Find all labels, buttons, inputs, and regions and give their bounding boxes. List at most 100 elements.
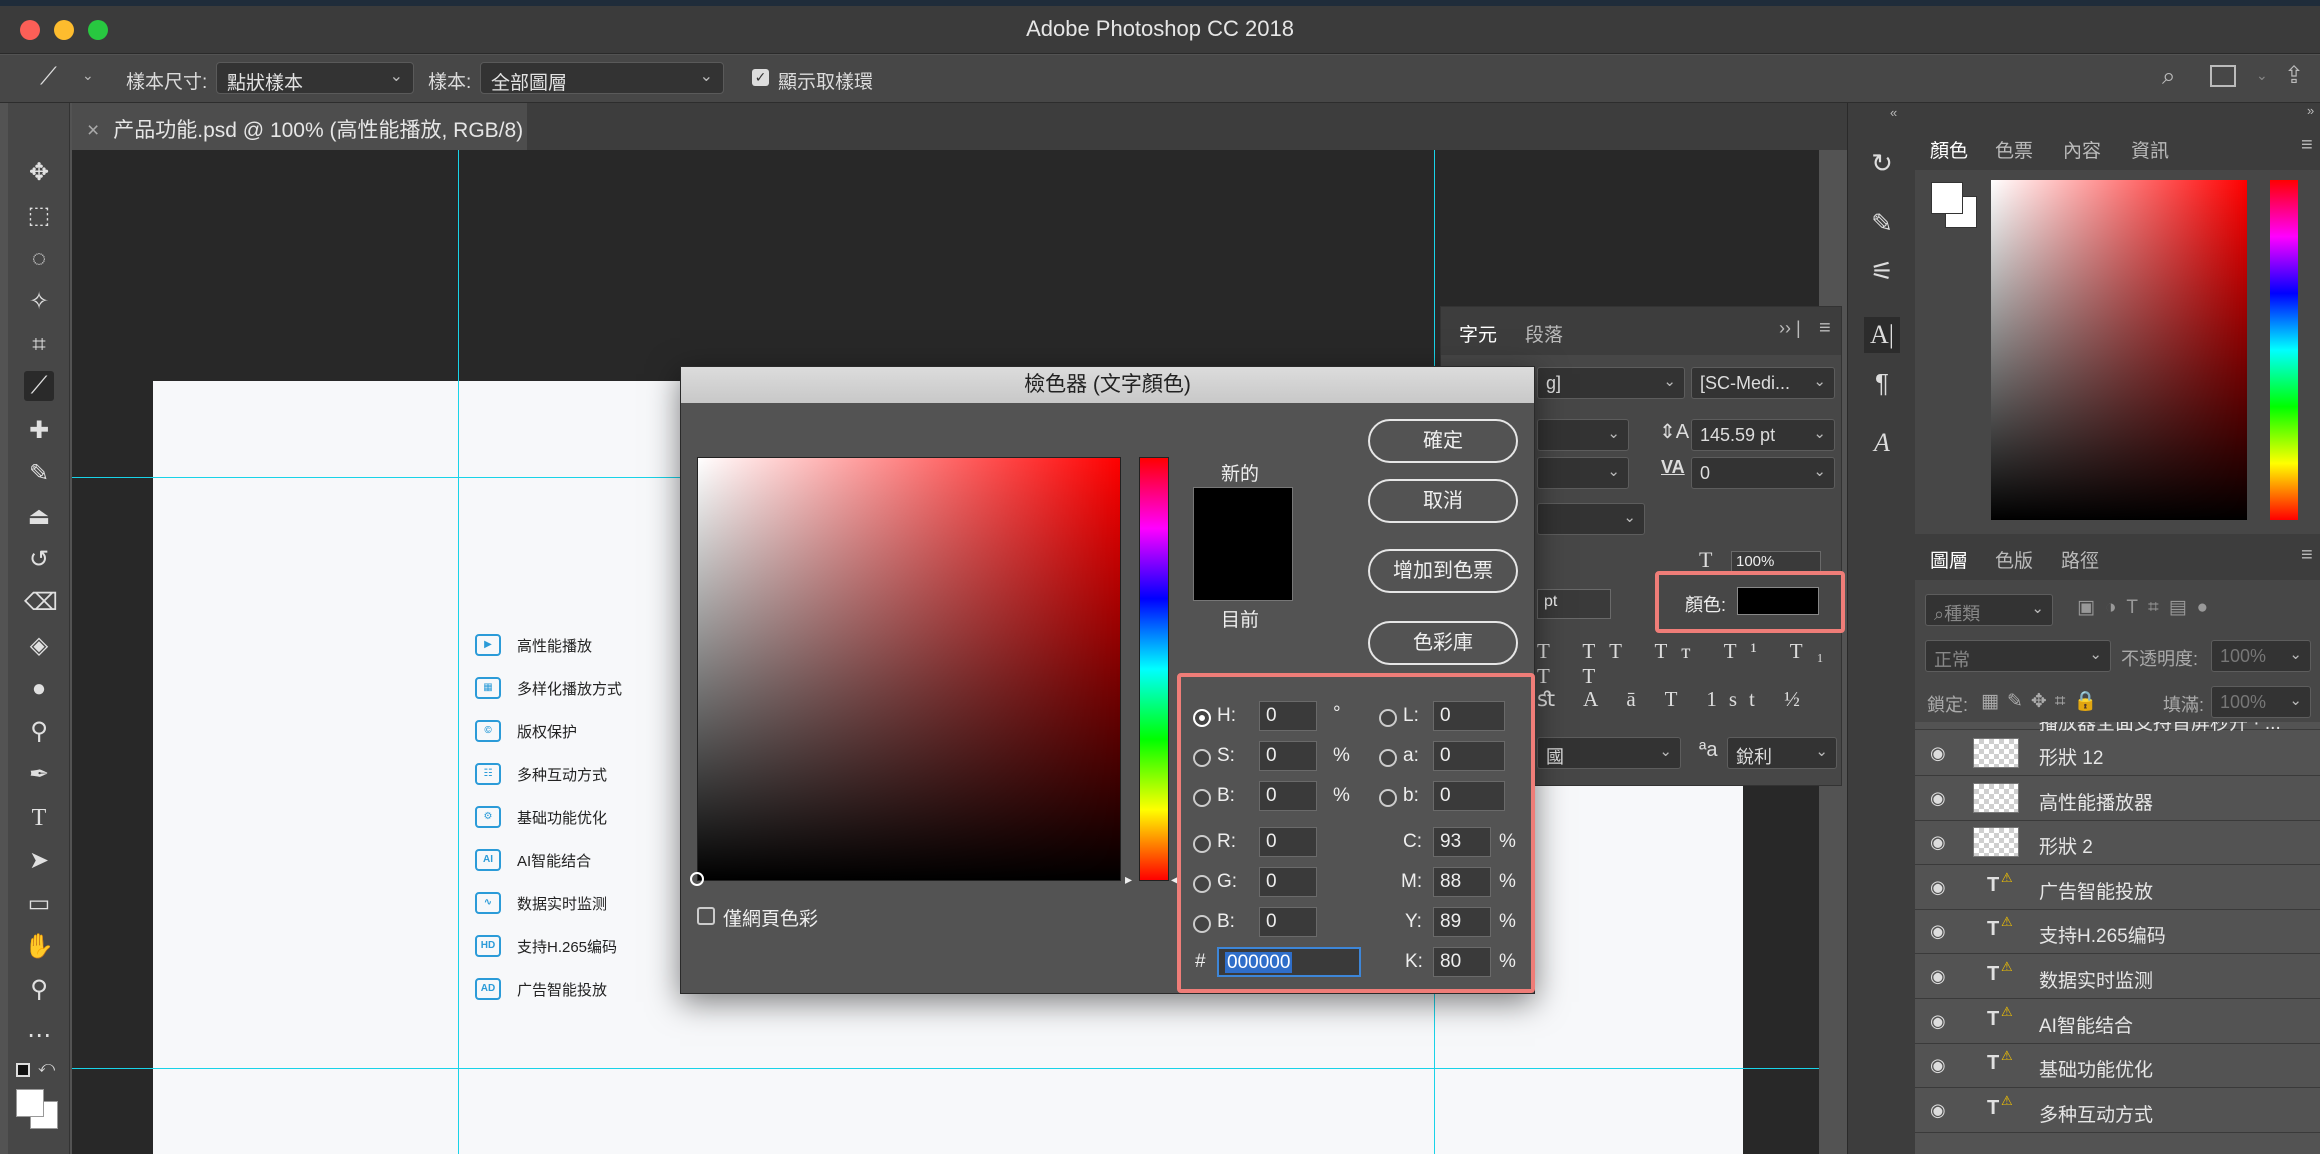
font-style-select[interactable]: [SC-Medi... ⌄	[1691, 367, 1835, 399]
type-style-buttons[interactable]: T TT Tт T¹ T₁ T T	[1537, 639, 1841, 689]
visibility-eye-icon[interactable]: ◉	[1930, 743, 1946, 764]
character-panel-icon[interactable]: A|	[1864, 317, 1900, 353]
cancel-button[interactable]: 取消	[1368, 479, 1518, 523]
color-field[interactable]	[697, 457, 1121, 881]
lasso-tool-icon[interactable]: ◌	[24, 244, 54, 274]
search-icon[interactable]: ⌕	[2162, 63, 2175, 91]
visibility-eye-icon[interactable]: ◉	[1930, 877, 1946, 898]
default-colors-icon[interactable]	[16, 1063, 30, 1077]
tab-paths[interactable]: 路徑	[2061, 546, 2099, 573]
eyedropper-preset-icon[interactable]: ⟋	[40, 63, 57, 91]
language-select[interactable]: 國 ⌄	[1537, 737, 1681, 769]
tab-layers[interactable]: 圖層	[1930, 546, 1968, 573]
visibility-eye-icon[interactable]: ◉	[1930, 788, 1946, 809]
sample-select[interactable]: 全部圖層 ⌄	[480, 62, 724, 94]
tab-info[interactable]: 資訊	[2131, 136, 2169, 163]
visibility-eye-icon[interactable]: ◉	[1930, 966, 1946, 987]
tab-properties[interactable]: 內容	[2063, 136, 2101, 163]
panel-foreground-swatch[interactable]	[1931, 182, 1963, 214]
adjustments-icon[interactable]: ⚟	[1864, 253, 1900, 289]
chevron-down-icon[interactable]: ⌄	[82, 67, 94, 84]
workspace-icon[interactable]	[2210, 65, 2236, 87]
lock-icons[interactable]: ▦✎✥⌗🔒	[1981, 689, 2105, 713]
zoom-tool-icon[interactable]: ⚲	[24, 975, 54, 1005]
layer-row-partial[interactable]: ⚠ 播放器全面支持首屏秒开 · ...	[1915, 722, 2320, 734]
web-colors-only-checkbox[interactable]	[697, 907, 715, 925]
hue-slider-left-arrow[interactable]: ▸	[1125, 871, 1132, 888]
layers-panel-menu-icon[interactable]: ≡	[2301, 544, 2313, 567]
foreground-color-swatch[interactable]	[16, 1089, 44, 1117]
dock-collapse-icon[interactable]: «	[1890, 105, 1897, 120]
visibility-eye-icon[interactable]: ◉	[1930, 1055, 1946, 1076]
move-tool-icon[interactable]: ✥	[24, 158, 54, 188]
opacity-select[interactable]: 100% ⌄	[2211, 640, 2311, 672]
tab-paragraph[interactable]: 段落	[1525, 320, 1563, 347]
visibility-eye-icon[interactable]: ◉	[1930, 1100, 1946, 1121]
blur-tool-icon[interactable]: ●	[24, 674, 54, 704]
font-size-select[interactable]: ⌄	[1537, 419, 1629, 451]
eyedropper-tool-icon[interactable]: ⟋	[24, 371, 54, 401]
layer-row[interactable]: ◉ T ⚠ 支持H.265编码	[1915, 910, 2320, 955]
clone-stamp-tool-icon[interactable]: ⏏	[24, 502, 54, 532]
type-tool-icon[interactable]: T	[24, 803, 54, 833]
kerning-select[interactable]: ⌄	[1537, 457, 1629, 489]
panel-menu-icon[interactable]: ≡	[1819, 317, 1831, 340]
close-tab-icon[interactable]: ×	[87, 119, 99, 142]
vertical-scale-select[interactable]: ⌄	[1537, 503, 1645, 535]
blend-mode-select[interactable]: 正常 ⌄	[1925, 640, 2111, 672]
hue-slider[interactable]	[1139, 457, 1169, 881]
panel-hue-slider[interactable]	[2270, 180, 2298, 520]
layer-row[interactable]: ◉ 高性能播放器	[1915, 777, 2320, 821]
font-family-select[interactable]: g] ⌄	[1537, 367, 1685, 399]
layer-row[interactable]: ◉ T ⚠ 多种互动方式	[1915, 1089, 2320, 1133]
visibility-eye-icon[interactable]: ◉	[1930, 832, 1946, 853]
healing-brush-tool-icon[interactable]: ✚	[24, 416, 54, 446]
brush-settings-icon[interactable]: ✎	[1864, 205, 1900, 241]
horizontal-scale-input[interactable]: 100%	[1731, 551, 1821, 573]
layer-row[interactable]: ◉ 形狀 12	[1915, 732, 2320, 776]
fill-select[interactable]: 100% ⌄	[2211, 686, 2311, 718]
expand-panel-icon[interactable]: ›› |	[1779, 318, 1801, 339]
marquee-tool-icon[interactable]: ⬚	[24, 201, 54, 231]
baseline-shift-input[interactable]: pt	[1537, 589, 1611, 619]
layer-filter-select[interactable]: ⌕種類 ⌄	[1925, 594, 2053, 626]
tab-swatches[interactable]: 色票	[1995, 136, 2033, 163]
color-field-marker[interactable]	[690, 872, 704, 886]
dodge-tool-icon[interactable]: ⚲	[24, 717, 54, 747]
show-sampling-ring-checkbox[interactable]: ✓	[752, 69, 769, 86]
layer-row[interactable]: ◉ T ⚠ 数据实时监测	[1915, 955, 2320, 999]
eraser-tool-icon[interactable]: ⌫	[24, 588, 58, 618]
layer-filter-icons[interactable]: ▣◑T⌗▤●	[2077, 596, 2218, 619]
history-panel-icon[interactable]: ↻	[1864, 145, 1900, 181]
color-libraries-button[interactable]: 色彩庫	[1368, 621, 1518, 665]
paragraph-panel-icon[interactable]: ¶	[1864, 365, 1900, 401]
tab-channels[interactable]: 色版	[1995, 546, 2033, 573]
history-brush-tool-icon[interactable]: ↺	[24, 545, 54, 575]
right-panel-collapse-icon[interactable]: »	[2307, 103, 2314, 118]
panel-color-field[interactable]	[1991, 180, 2247, 520]
glyphs-panel-icon[interactable]: A	[1864, 425, 1900, 461]
rectangle-tool-icon[interactable]: ▭	[24, 889, 54, 919]
layer-row[interactable]: ◉ T ⚠ 基础功能优化	[1915, 1044, 2320, 1089]
opentype-buttons[interactable]: ﬆ A ā T 1st ½	[1537, 687, 1812, 712]
brush-tool-icon[interactable]: ✎	[24, 459, 54, 489]
layer-row[interactable]: ◉ T ⚠ AI智能结合	[1915, 1000, 2320, 1044]
document-tab[interactable]: × 产品功能.psd @ 100% (高性能播放, RGB/8)	[72, 103, 527, 150]
magic-wand-tool-icon[interactable]: ✧	[24, 287, 54, 317]
color-panel-menu-icon[interactable]: ≡	[2301, 134, 2313, 157]
more-tools-icon[interactable]: ⋯	[24, 1021, 54, 1051]
leading-select[interactable]: 145.59 pt ⌄	[1691, 419, 1835, 451]
ok-button[interactable]: 確定	[1368, 419, 1518, 463]
tab-color[interactable]: 顏色	[1930, 136, 1968, 163]
path-selection-tool-icon[interactable]: ➤	[24, 846, 54, 876]
tracking-select[interactable]: 0 ⌄	[1691, 457, 1835, 489]
add-to-swatches-button[interactable]: 增加到色票	[1368, 549, 1518, 593]
swap-colors-icon[interactable]: ⤺	[38, 1059, 55, 1077]
tab-character[interactable]: 字元	[1459, 320, 1497, 347]
share-icon[interactable]: ⇪	[2284, 61, 2304, 90]
anti-alias-select[interactable]: 銳利 ⌄	[1727, 737, 1837, 769]
visibility-eye-icon[interactable]: ◉	[1930, 1011, 1946, 1032]
sample-size-select[interactable]: 點狀樣本 ⌄	[216, 62, 414, 94]
paint-bucket-tool-icon[interactable]: ◈	[24, 631, 54, 661]
pen-tool-icon[interactable]: ✒	[24, 760, 54, 790]
